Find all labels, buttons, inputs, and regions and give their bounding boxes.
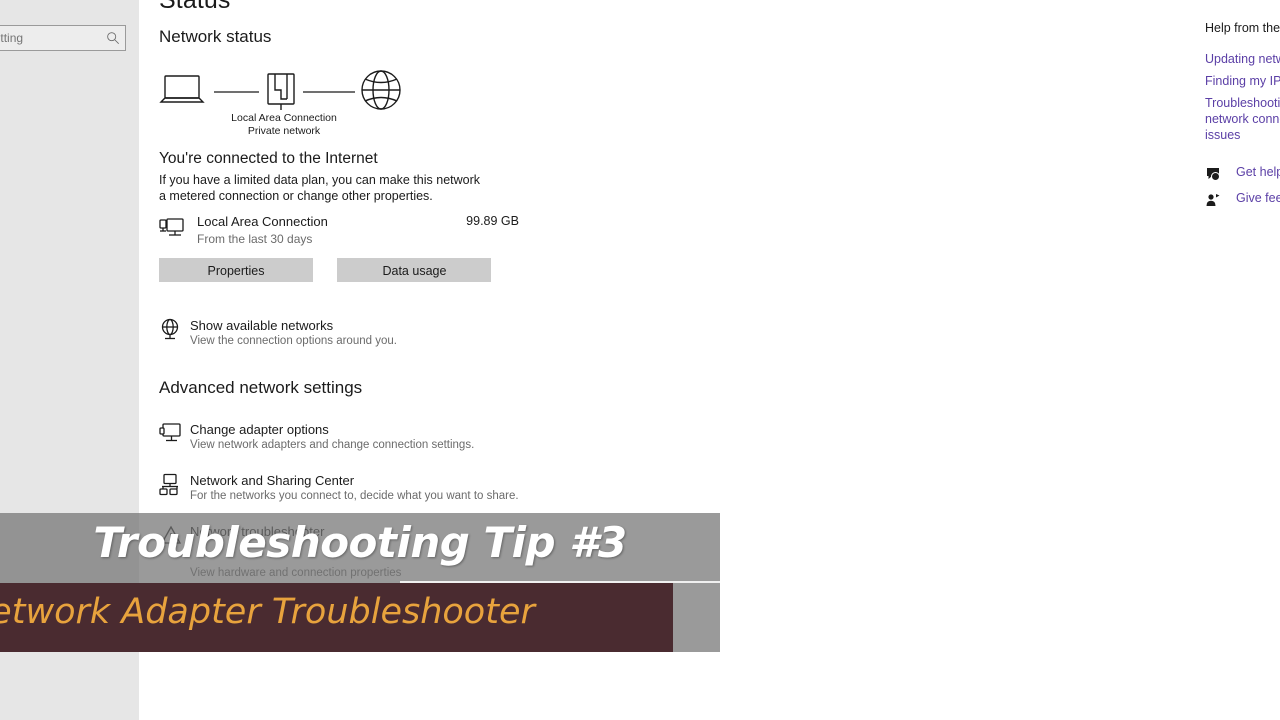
list-item-change-adapter-options[interactable]: Change adapter options View network adap… (159, 422, 679, 458)
settings-window: t Status Network status (0, 0, 1280, 720)
globe-monitor-icon (161, 318, 179, 340)
list-item-show-available-networks[interactable]: Show available networks View the connect… (159, 318, 679, 354)
list-item-subtitle: View network adapters and change connect… (190, 439, 475, 451)
give-feedback-label[interactable]: Give feedback (1236, 191, 1280, 205)
network-sharing-icon (159, 473, 178, 496)
list-item-title: Network and Sharing Center (190, 473, 355, 488)
page-title: Status (159, 0, 231, 14)
connection-data-usage: 99.89 GB (466, 214, 519, 228)
network-status-heading: Network status (159, 27, 272, 46)
help-link-updating-drivers[interactable]: Updating network adapter drivers (1205, 51, 1280, 67)
list-item-network-sharing-center[interactable]: Network and Sharing Center For the netwo… (159, 473, 679, 509)
connection-name: Local Area Connection (197, 214, 328, 229)
connection-status-title: You're connected to the Internet (159, 150, 378, 167)
connection-summary-row: Local Area Connection From the last 30 d… (159, 214, 519, 252)
list-item-title: Show available networks (190, 318, 334, 333)
connection-action-buttons: Properties Data usage (159, 258, 492, 282)
search-icon (107, 32, 119, 44)
list-item-subtitle: For the networks you connect to, decide … (190, 490, 519, 502)
connection-status-description: If you have a limited data plan, you can… (159, 173, 481, 203)
network-diagram: Local Area Connection Private network (159, 66, 419, 138)
diagram-label-line2: Private network (247, 125, 321, 137)
diagram-label-line1: Local Area Connection (231, 112, 337, 124)
search-box[interactable] (0, 25, 126, 51)
tip-overlay-title: Troubleshooting Tip #3 (93, 518, 627, 567)
tip-overlay-subtitle: Network Adapter Troubleshooter (0, 592, 535, 632)
laptop-icon (159, 75, 205, 103)
monitor-icon (159, 423, 181, 442)
advanced-settings-heading: Advanced network settings (159, 378, 363, 397)
search-input[interactable] (0, 31, 106, 45)
diagram-label: Local Area Connection Private network (159, 112, 409, 138)
help-link-finding-ip[interactable]: Finding my IP address (1205, 73, 1280, 89)
globe-icon (361, 70, 401, 110)
list-item-subtitle: View the connection options around you. (190, 335, 397, 347)
get-help-label[interactable]: Get help (1236, 165, 1280, 179)
properties-button[interactable]: Properties (159, 258, 313, 282)
ethernet-port-icon (267, 73, 295, 110)
search-container (0, 25, 126, 51)
help-bubble-icon (1207, 168, 1220, 181)
data-usage-button[interactable]: Data usage (337, 258, 492, 282)
connection-period: From the last 30 days (197, 232, 313, 246)
help-panel: Help from the web Updating network adapt… (1199, 0, 1280, 720)
monitor-network-icon (159, 218, 184, 236)
feedback-person-icon (1206, 194, 1220, 206)
help-link-troubleshooting-connection[interactable]: Troubleshooting network connection issue… (1205, 95, 1280, 143)
help-panel-heading: Help from the web (1205, 21, 1280, 35)
list-item-title: Change adapter options (190, 422, 329, 437)
